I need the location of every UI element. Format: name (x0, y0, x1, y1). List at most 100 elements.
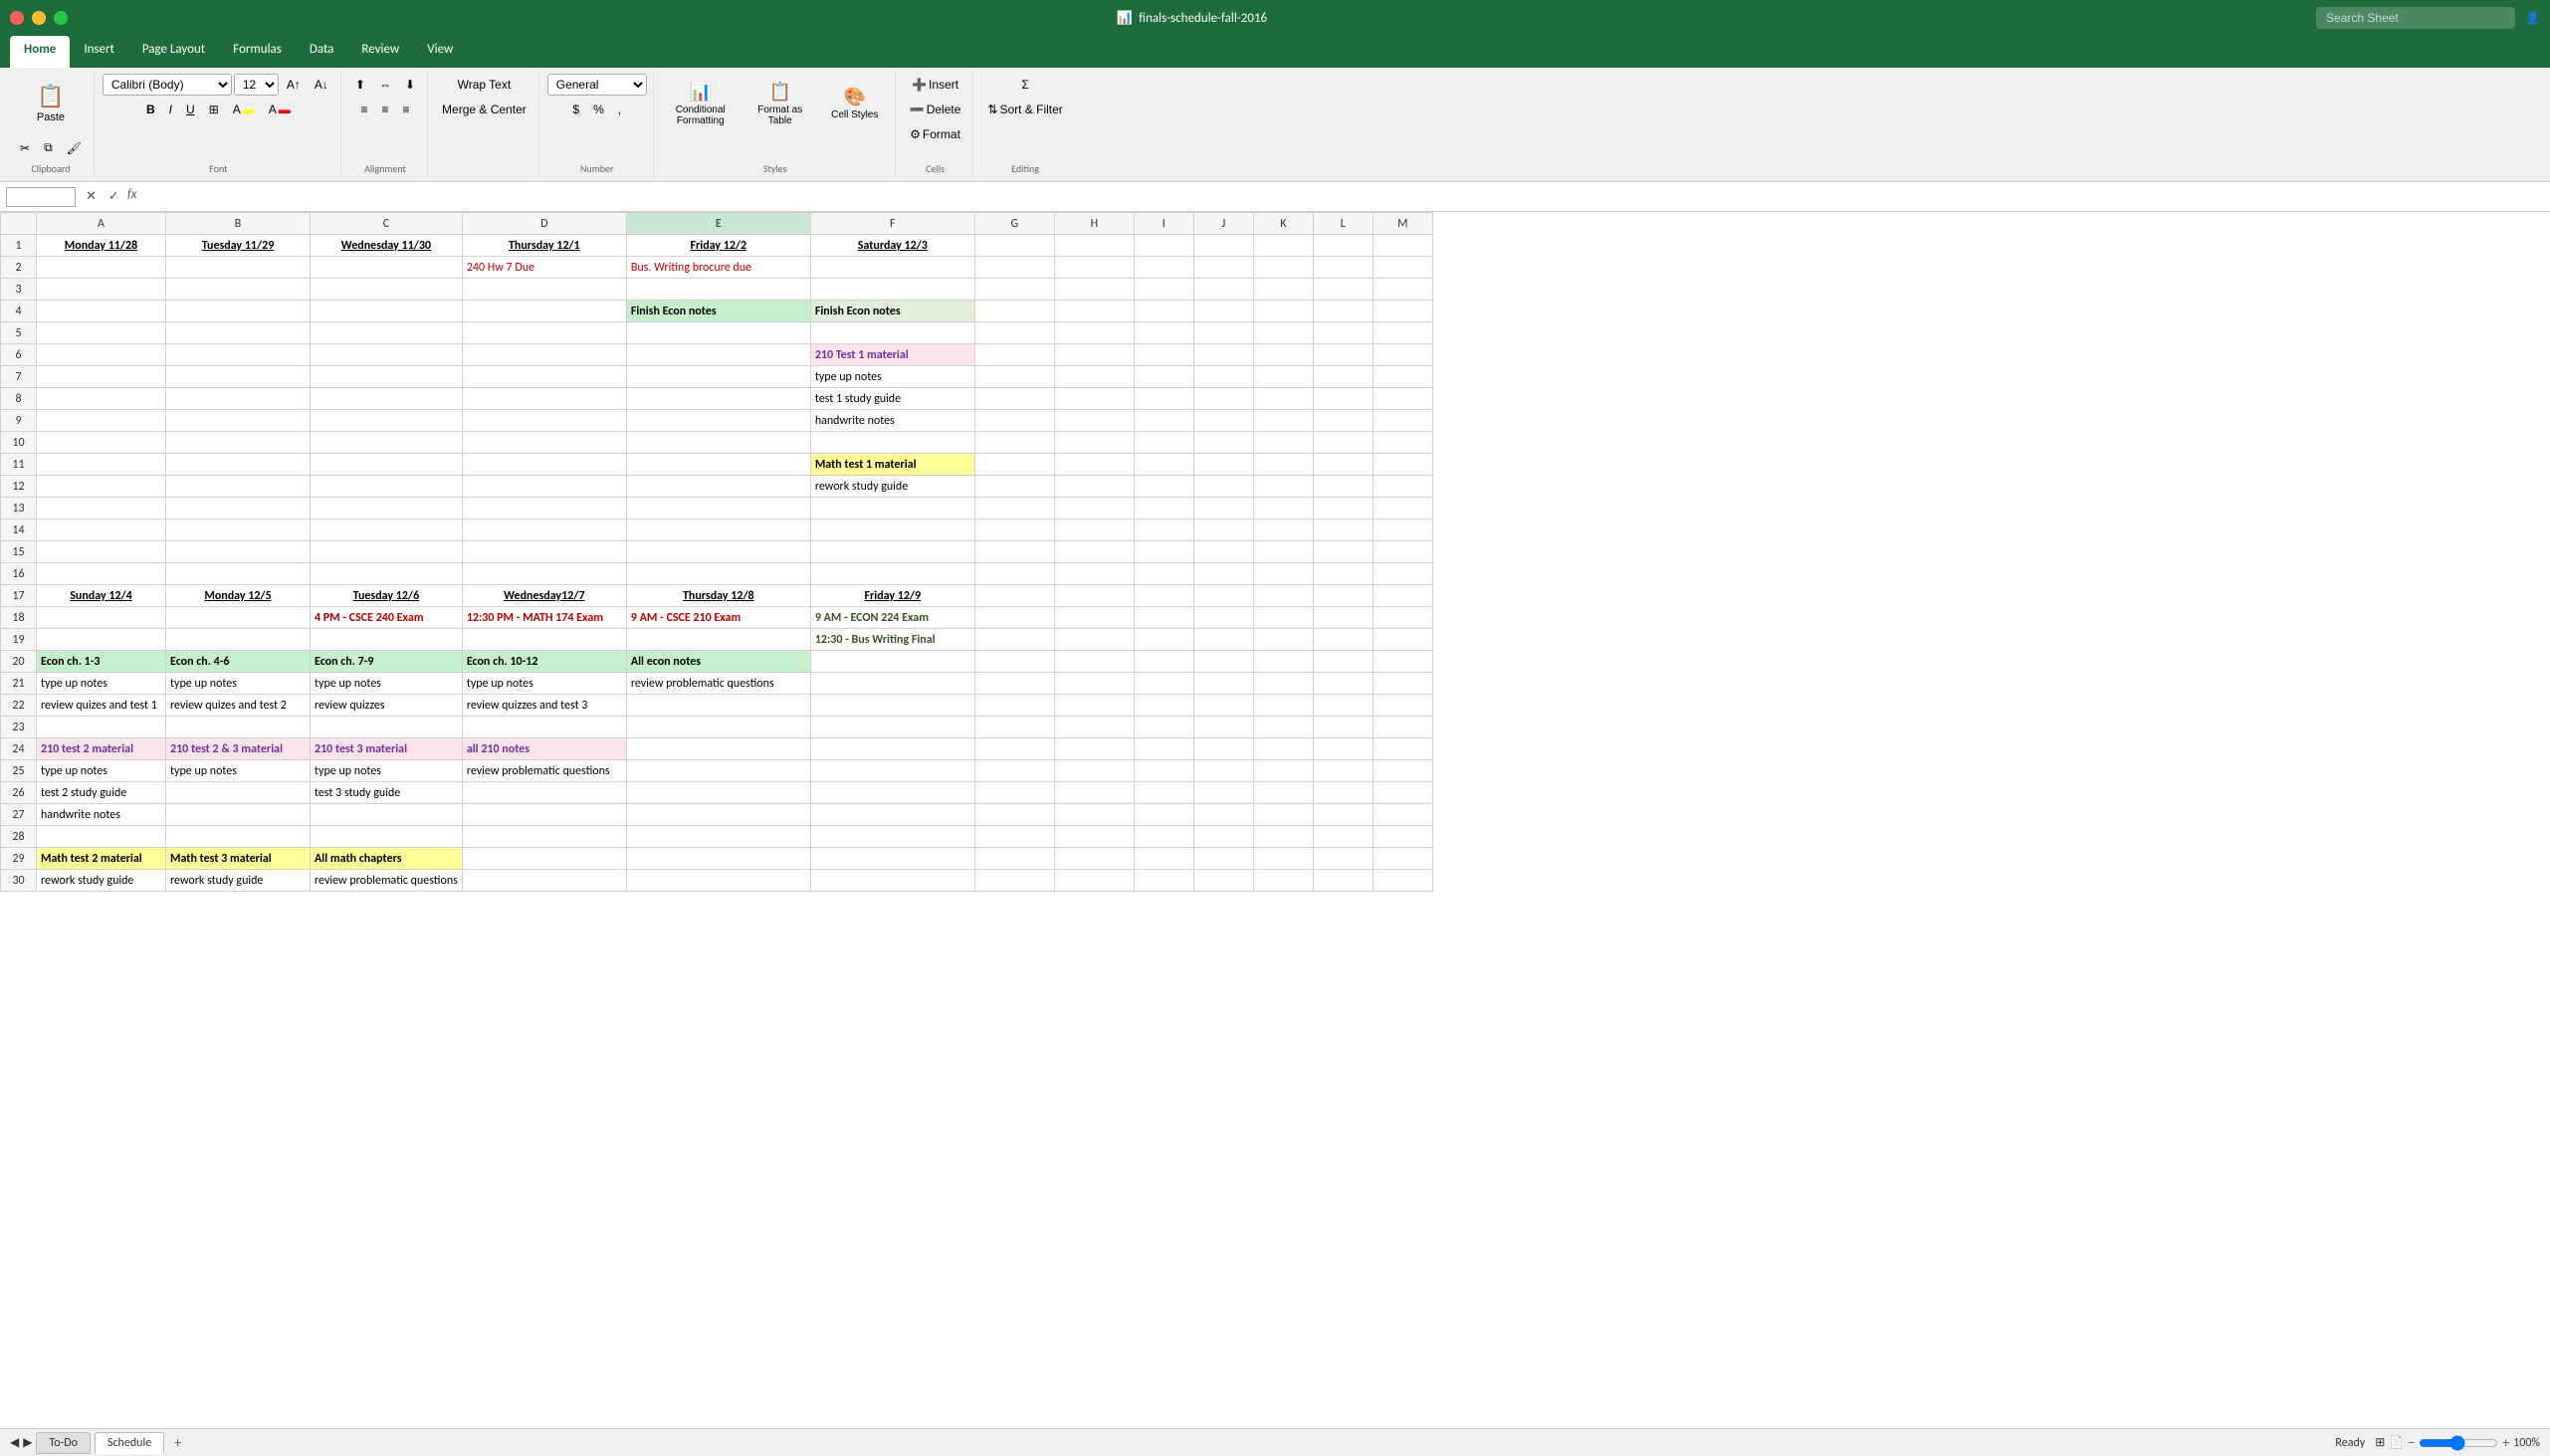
cell-c8[interactable] (311, 388, 463, 410)
format-painter-button[interactable]: 🖌 (61, 137, 88, 159)
cell-k5[interactable] (1253, 322, 1313, 344)
cell-c26[interactable]: test 3 study guide (311, 782, 463, 804)
formula-input[interactable] (142, 187, 2544, 206)
cell-c12[interactable] (311, 476, 463, 498)
cell-j6[interactable] (1193, 344, 1253, 366)
cell-k26[interactable] (1253, 782, 1313, 804)
col-g-header[interactable]: G (974, 213, 1054, 235)
cell-g10[interactable] (974, 432, 1054, 454)
cell-i10[interactable] (1134, 432, 1193, 454)
cell-c24[interactable]: 210 test 3 material (311, 738, 463, 760)
cell-m7[interactable] (1373, 366, 1432, 388)
sheet-tab-todo[interactable]: To-Do (36, 1432, 91, 1454)
cell-h11[interactable] (1054, 454, 1134, 476)
cell-b17[interactable]: Monday 12/5 (166, 585, 311, 607)
cell-j1[interactable] (1193, 235, 1253, 257)
cell-b7[interactable] (166, 366, 311, 388)
cell-e27[interactable] (626, 804, 810, 826)
cell-g3[interactable] (974, 279, 1054, 301)
cell-a26[interactable]: test 2 study guide (37, 782, 166, 804)
cell-c17[interactable]: Tuesday 12/6 (311, 585, 463, 607)
cell-a7[interactable] (37, 366, 166, 388)
cell-l21[interactable] (1313, 673, 1373, 695)
cell-b2[interactable] (166, 257, 311, 279)
user-icon[interactable]: 👤 (2525, 11, 2540, 26)
cell-j19[interactable] (1193, 629, 1253, 651)
border-button[interactable]: ⊞ (203, 99, 225, 120)
cell-l9[interactable] (1313, 410, 1373, 432)
cell-h21[interactable] (1054, 673, 1134, 695)
number-format-select[interactable]: General (547, 74, 647, 96)
cell-c7[interactable] (311, 366, 463, 388)
cell-i20[interactable] (1134, 651, 1193, 673)
cell-f21[interactable] (810, 673, 974, 695)
cell-i7[interactable] (1134, 366, 1193, 388)
cell-c1[interactable]: Wednesday 11/30 (311, 235, 463, 257)
cell-m5[interactable] (1373, 322, 1432, 344)
cell-g1[interactable] (974, 235, 1054, 257)
cell-k12[interactable] (1253, 476, 1313, 498)
cell-d2[interactable]: 240 Hw 7 Due (462, 257, 626, 279)
cell-c11[interactable] (311, 454, 463, 476)
cell-e4[interactable]: Finish Econ notes (626, 301, 810, 322)
cell-i19[interactable] (1134, 629, 1193, 651)
cell-l29[interactable] (1313, 848, 1373, 870)
cell-g2[interactable] (974, 257, 1054, 279)
cell-m19[interactable] (1373, 629, 1432, 651)
cell-b10[interactable] (166, 432, 311, 454)
cell-a4[interactable] (37, 301, 166, 322)
cell-c2[interactable] (311, 257, 463, 279)
cell-c21[interactable]: type up notes (311, 673, 463, 695)
cell-j24[interactable] (1193, 738, 1253, 760)
cell-b12[interactable] (166, 476, 311, 498)
cell-j29[interactable] (1193, 848, 1253, 870)
cell-g18[interactable] (974, 607, 1054, 629)
cell-e12[interactable] (626, 476, 810, 498)
cell-b8[interactable] (166, 388, 311, 410)
wrap-text-button[interactable]: Wrap Text (452, 74, 518, 96)
cell-k1[interactable] (1253, 235, 1313, 257)
cell-l8[interactable] (1313, 388, 1373, 410)
cell-l6[interactable] (1313, 344, 1373, 366)
col-b-header[interactable]: B (166, 213, 311, 235)
cell-e17[interactable]: Thursday 12/8 (626, 585, 810, 607)
cell-e30[interactable] (626, 870, 810, 892)
sort-filter-button[interactable]: ⇅ Sort & Filter (981, 99, 1068, 120)
cell-k19[interactable] (1253, 629, 1313, 651)
cell-c4[interactable] (311, 301, 463, 322)
cell-h9[interactable] (1054, 410, 1134, 432)
cell-g12[interactable] (974, 476, 1054, 498)
cell-i25[interactable] (1134, 760, 1193, 782)
cell-b25[interactable]: type up notes (166, 760, 311, 782)
cell-j9[interactable] (1193, 410, 1253, 432)
cell-f26[interactable] (810, 782, 974, 804)
cell-b21[interactable]: type up notes (166, 673, 311, 695)
cell-i18[interactable] (1134, 607, 1193, 629)
cell-c19[interactable] (311, 629, 463, 651)
cell-h26[interactable] (1054, 782, 1134, 804)
page-view-icon[interactable]: 📄 (2389, 1435, 2404, 1450)
cell-e11[interactable] (626, 454, 810, 476)
cell-b20[interactable]: Econ ch. 4-6 (166, 651, 311, 673)
cell-h19[interactable] (1054, 629, 1134, 651)
cell-j26[interactable] (1193, 782, 1253, 804)
tab-page-layout[interactable]: Page Layout (128, 36, 219, 68)
cell-b29[interactable]: Math test 3 material (166, 848, 311, 870)
cell-f19[interactable]: 12:30 - Bus Writing Final (810, 629, 974, 651)
cell-g7[interactable] (974, 366, 1054, 388)
cell-k17[interactable] (1253, 585, 1313, 607)
cell-m3[interactable] (1373, 279, 1432, 301)
cell-l20[interactable] (1313, 651, 1373, 673)
zoom-out-button[interactable]: − (2408, 1434, 2415, 1451)
cell-j30[interactable] (1193, 870, 1253, 892)
cell-i1[interactable] (1134, 235, 1193, 257)
cell-a9[interactable] (37, 410, 166, 432)
cell-e8[interactable] (626, 388, 810, 410)
cell-a17[interactable]: Sunday 12/4 (37, 585, 166, 607)
cell-j27[interactable] (1193, 804, 1253, 826)
cell-h29[interactable] (1054, 848, 1134, 870)
cell-c29[interactable]: All math chapters (311, 848, 463, 870)
cell-b9[interactable] (166, 410, 311, 432)
cell-a5[interactable] (37, 322, 166, 344)
cell-g6[interactable] (974, 344, 1054, 366)
